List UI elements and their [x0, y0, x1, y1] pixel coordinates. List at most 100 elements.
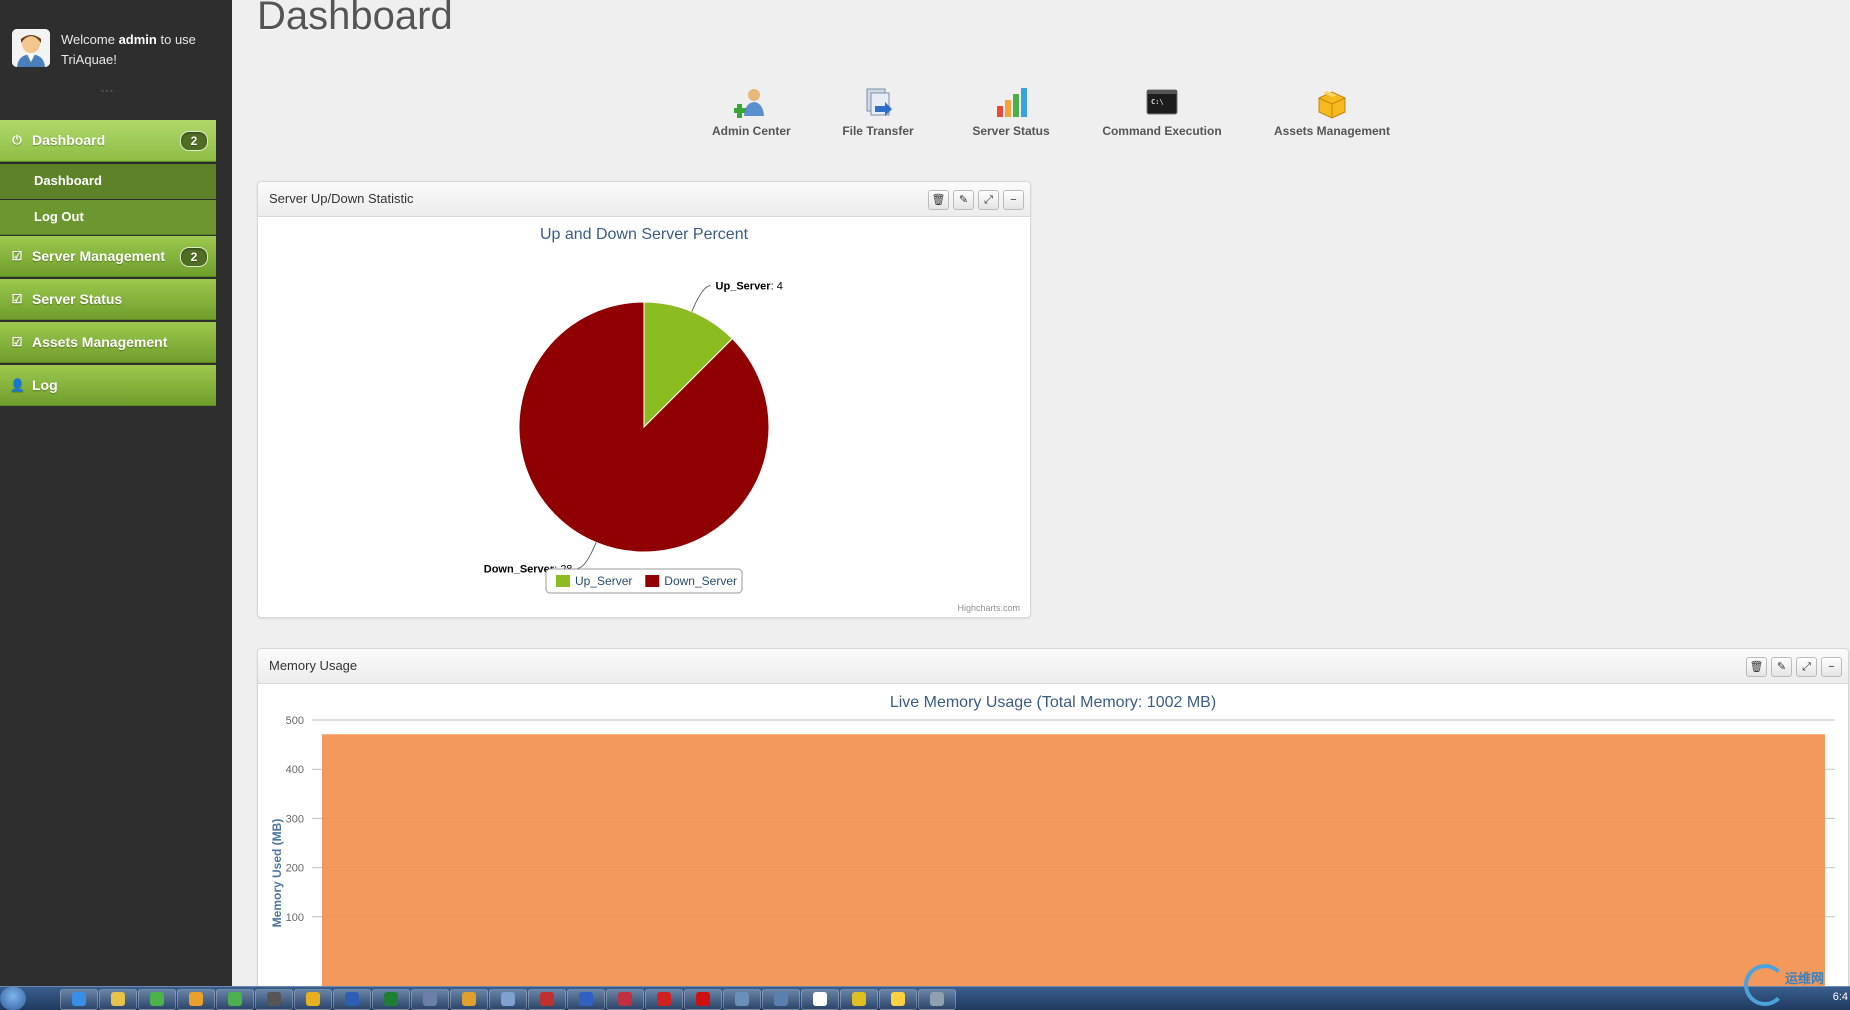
shortcut-assets-management[interactable]: Assets Management [1272, 86, 1392, 138]
memory-area-series [322, 734, 1825, 989]
taskbar-app-button[interactable] [99, 989, 137, 1010]
app-icon [228, 992, 242, 1006]
taskbar-app-button[interactable] [840, 989, 878, 1010]
y-tick-label: 500 [286, 715, 304, 727]
taskbar-app-button[interactable] [60, 989, 98, 1010]
watermark-logo-icon [1744, 964, 1786, 1006]
taskbar-app-button[interactable] [567, 989, 605, 1010]
user-icon: 👤 [10, 378, 25, 392]
app-icon [579, 992, 593, 1006]
taskbar-app-button[interactable] [450, 989, 488, 1010]
sidebar-item-assets-management[interactable]: ☑ Assets Management [0, 322, 216, 363]
shortcut-label: Admin Center [712, 124, 791, 138]
panel-title: Memory Usage [269, 658, 358, 673]
sidebar-subitem-dashboard[interactable]: Dashboard [0, 164, 216, 199]
sidebar-item-label: Server Status [32, 291, 123, 307]
taskbar-app-button[interactable] [723, 989, 761, 1010]
pie-connector [577, 542, 597, 569]
file-transfer-icon [861, 86, 895, 120]
taskbar-app-button[interactable] [684, 989, 722, 1010]
app-icon [72, 992, 86, 1006]
start-button[interactable] [0, 987, 26, 1010]
app-icon [345, 992, 359, 1006]
panel-controls: 🗑 ✎ ⤢ − [1742, 657, 1842, 677]
y-tick-label: 300 [286, 813, 304, 825]
app-icon [618, 992, 632, 1006]
y-tick-label: 100 [286, 912, 304, 924]
taskbar: 6:4 [0, 986, 1850, 1010]
app-icon [189, 992, 203, 1006]
taskbar-app-button[interactable] [918, 989, 956, 1010]
taskbar-app-button[interactable] [528, 989, 566, 1010]
taskbar-app-button[interactable] [333, 989, 371, 1010]
admin-user-icon [733, 86, 768, 120]
box-icon [1315, 86, 1349, 120]
count-badge: 2 [180, 131, 208, 151]
app-icon [774, 992, 788, 1006]
edit-icon[interactable]: ✎ [1771, 657, 1792, 677]
taskbar-app-button[interactable] [879, 989, 917, 1010]
taskbar-app-button[interactable] [255, 989, 293, 1010]
app-icon [111, 992, 125, 1006]
app-icon [150, 992, 164, 1006]
sidebar-grip-bottom: ▪▪▪ [101, 88, 115, 95]
taskbar-app-button[interactable] [138, 989, 176, 1010]
taskbar-app-button[interactable] [372, 989, 410, 1010]
shortcut-label: File Transfer [842, 124, 914, 138]
server-updown-panel: Server Up/Down Statistic 🗑 ✎ ⤢ − Up and Dow… [257, 181, 1031, 618]
taskbar-app-button[interactable] [294, 989, 332, 1010]
pie-legend: Up_Server Down_Server [545, 568, 743, 594]
taskbar-app-button[interactable] [411, 989, 449, 1010]
memory-area-chart: 100 200 300 400 500 Memory Used (MB) [270, 715, 1835, 989]
app-icon [306, 992, 320, 1006]
app-icon [930, 992, 944, 1006]
maximize-icon[interactable]: ⤢ [1796, 657, 1817, 677]
taskbar-app-button[interactable] [606, 989, 644, 1010]
sidebar-subitem-logout[interactable]: Log Out [0, 200, 216, 235]
pie-slice-down-server [518, 301, 770, 553]
chart-credits[interactable]: Highcharts.com [957, 603, 1020, 613]
app-icon [891, 992, 905, 1006]
check-icon: ☑ [11, 292, 23, 306]
app-icon [462, 992, 476, 1006]
maximize-icon[interactable]: ⤢ [978, 190, 999, 210]
sidebar-item-server-status[interactable]: ☑ Server Status [0, 279, 216, 320]
pie-data-label: Up_Server: 4 [716, 281, 783, 293]
edit-icon[interactable]: ✎ [953, 190, 974, 210]
panel-controls: 🗑 ✎ ⤢ − [924, 190, 1024, 210]
watermark-text: 运维网 [1785, 971, 1825, 986]
sidebar-item-server-management[interactable]: ☑ Server Management 2 [0, 236, 216, 277]
page-title: Dashboard [257, 0, 453, 38]
legend-swatch [645, 575, 660, 587]
trash-icon[interactable]: 🗑 [1746, 657, 1767, 677]
shortcut-server-status[interactable]: Server Status [972, 86, 1050, 138]
sidebar-item-label: Dashboard [32, 132, 106, 148]
taskbar-app-button[interactable] [216, 989, 254, 1010]
sidebar-item-log[interactable]: 👤 Log [0, 365, 216, 406]
shortcut-admin-center[interactable]: Admin Center [712, 86, 791, 138]
y-tick-label: 200 [286, 863, 304, 875]
app-icon [813, 992, 827, 1006]
pie-connector [691, 285, 711, 312]
shortcut-command-execution[interactable]: C:\ Command Execution [1102, 86, 1222, 138]
taskbar-app-button[interactable] [489, 989, 527, 1010]
app-icon [501, 992, 515, 1006]
svg-text:C:\: C:\ [1151, 98, 1164, 106]
taskbar-app-button[interactable] [762, 989, 800, 1010]
app-icon [384, 992, 398, 1006]
minimize-icon[interactable]: − [1003, 190, 1024, 210]
sidebar-item-dashboard[interactable]: ⏻ Dashboard 2 [0, 120, 216, 162]
panel-title: Server Up/Down Statistic [269, 191, 414, 206]
minimize-icon[interactable]: − [1821, 657, 1842, 677]
trash-icon[interactable]: 🗑 [928, 190, 949, 210]
taskbar-app-button[interactable] [177, 989, 215, 1010]
app-icon [696, 992, 710, 1006]
check-icon: ☑ [11, 249, 23, 263]
shortcut-file-transfer[interactable]: File Transfer [842, 86, 914, 138]
app-icon [657, 992, 671, 1006]
shortcut-label: Server Status [972, 124, 1050, 138]
terminal-icon: C:\ [1145, 86, 1179, 120]
taskbar-app-button[interactable] [645, 989, 683, 1010]
taskbar-app-button[interactable] [801, 989, 839, 1010]
welcome-prefix: Welcome [61, 32, 115, 47]
